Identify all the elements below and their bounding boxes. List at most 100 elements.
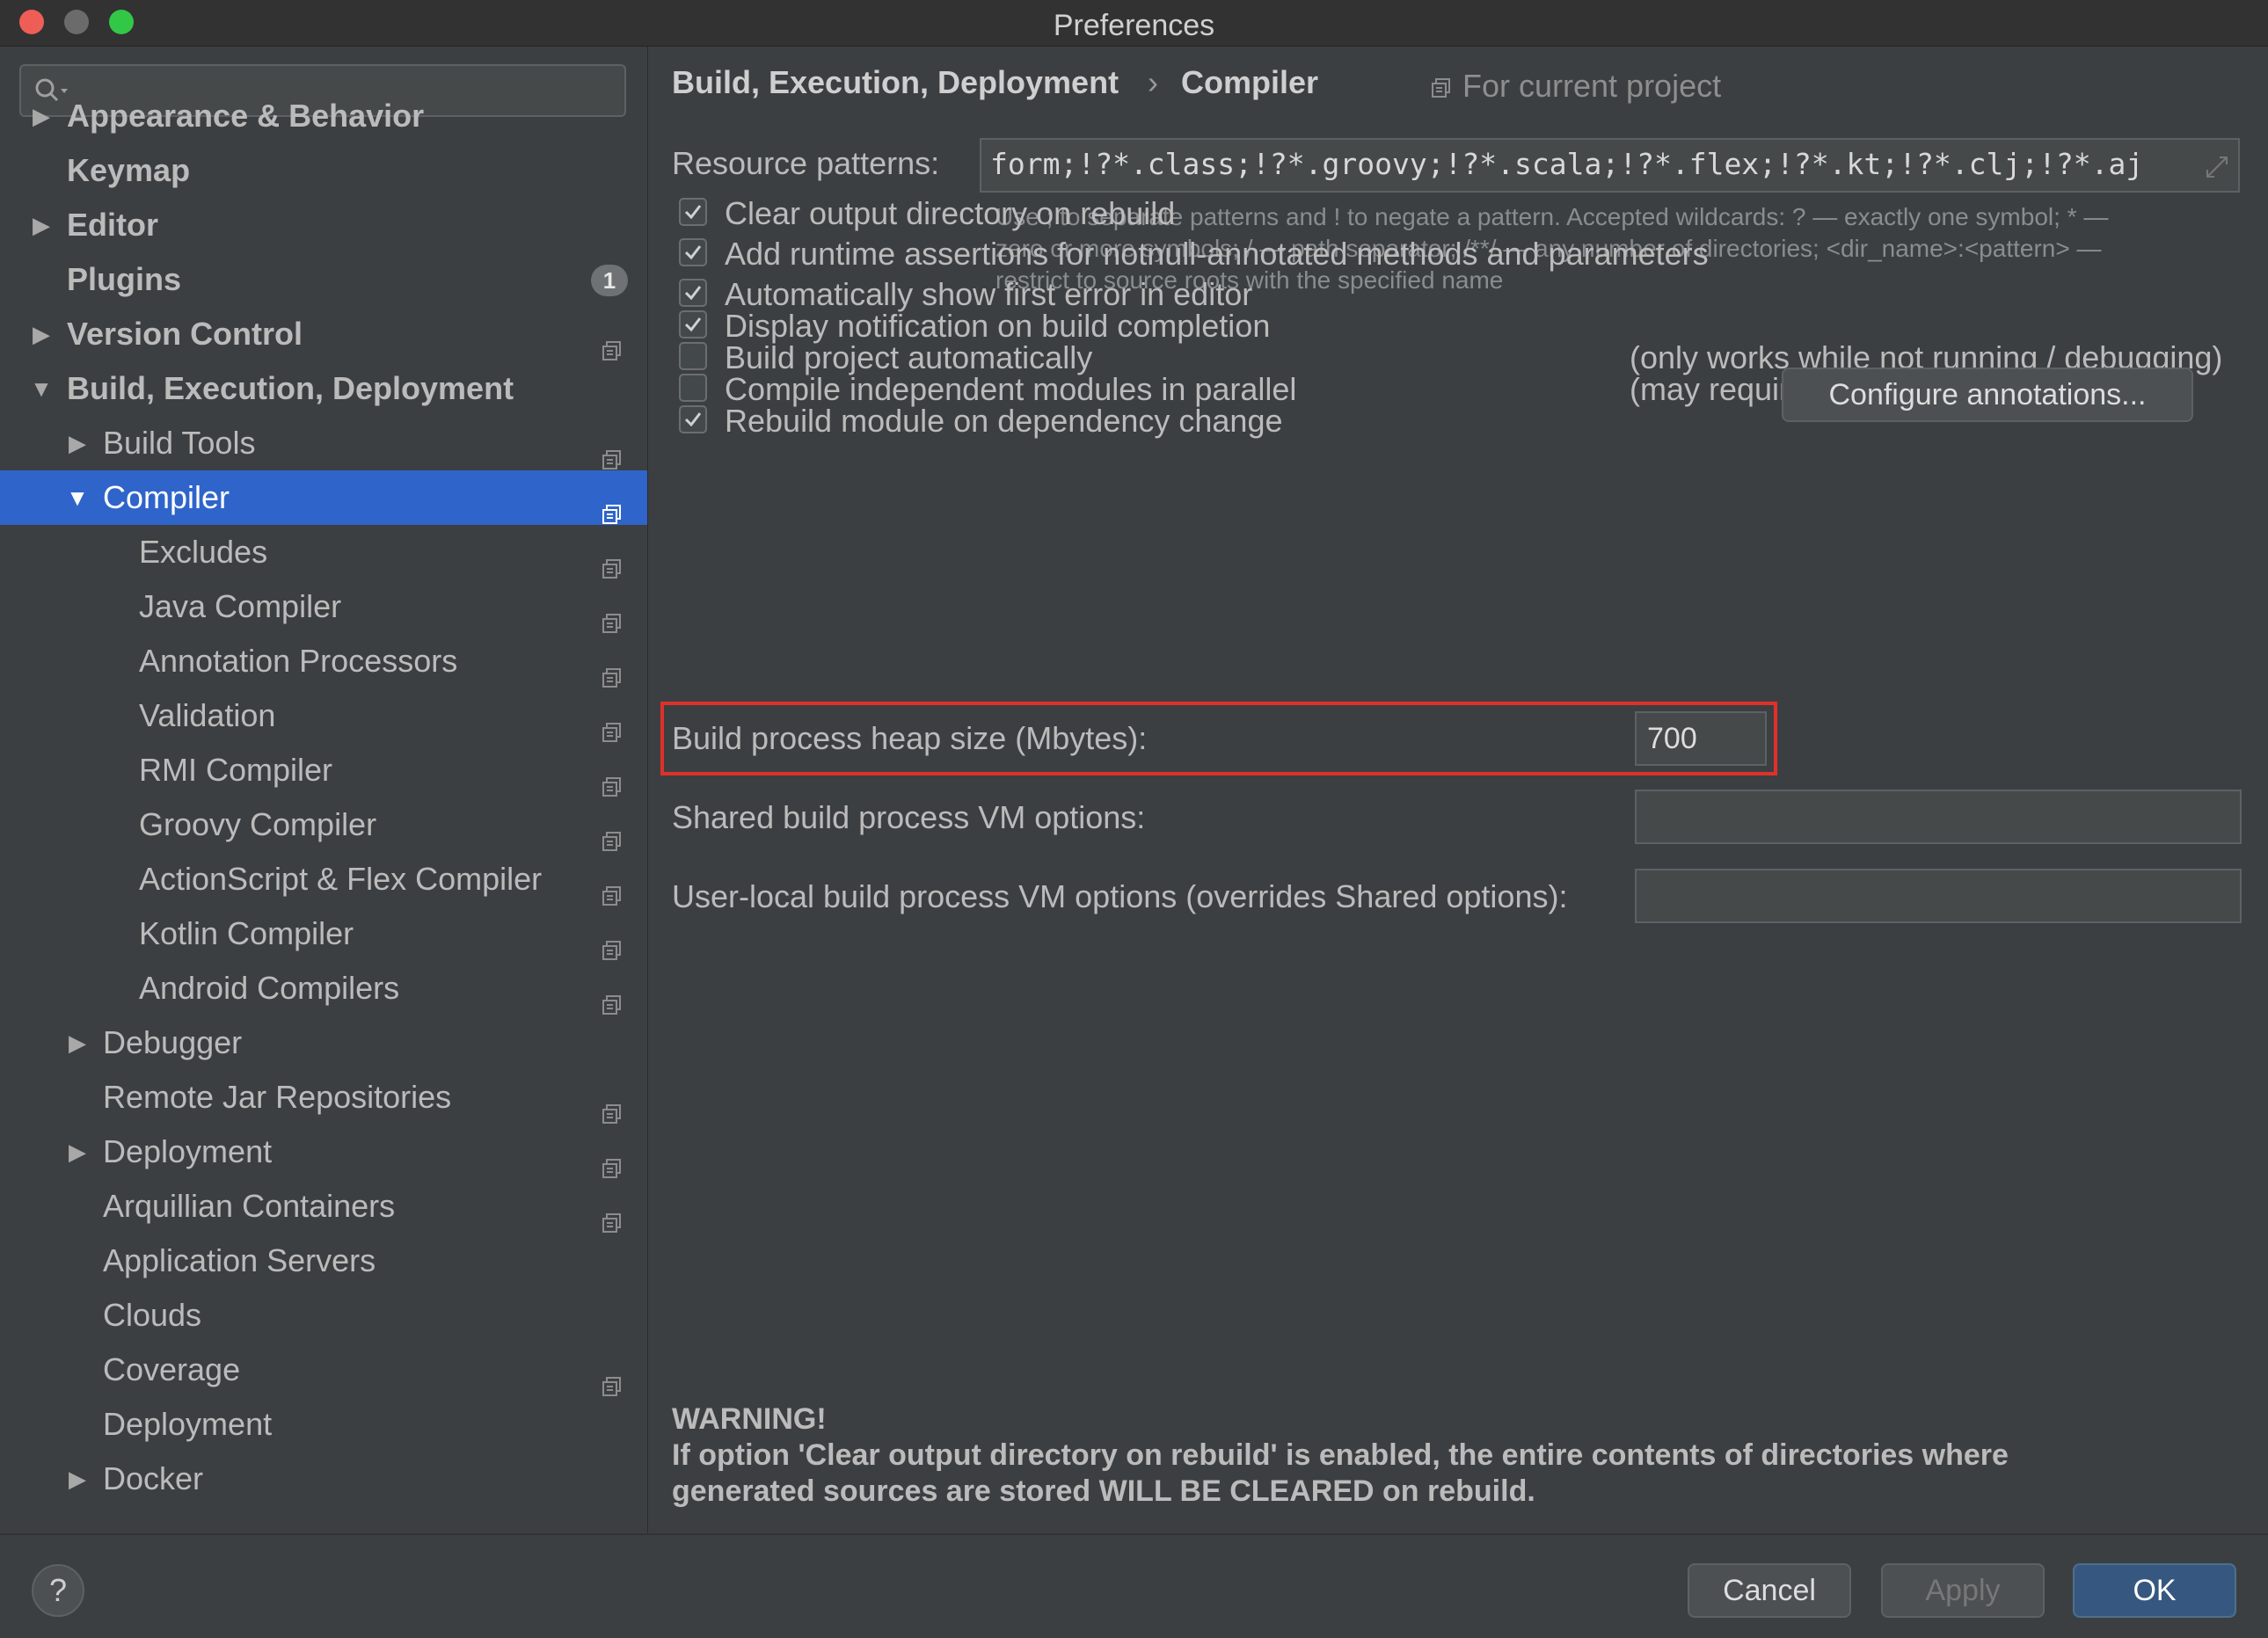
- sidebar-item-label: Annotation Processors: [139, 634, 457, 688]
- ok-button[interactable]: OK: [2073, 1563, 2236, 1618]
- sidebar-item-clouds[interactable]: Clouds: [0, 1288, 647, 1343]
- rebuild-on-dependency-change-label[interactable]: Rebuild module on dependency change: [725, 403, 1282, 440]
- project-scope-icon: [602, 978, 623, 999]
- sidebar-item-android-compilers[interactable]: Android Compilers: [0, 961, 647, 1016]
- scope-label: For current project: [1462, 68, 1721, 105]
- chevron-right-icon[interactable]: ▶: [28, 89, 55, 143]
- add-runtime-assertions-checkbox[interactable]: [679, 238, 707, 266]
- configure-annotations-button[interactable]: Configure annotations...: [1782, 368, 2193, 422]
- chevron-right-icon[interactable]: ▶: [64, 1016, 91, 1070]
- chevron-right-icon[interactable]: ▶: [28, 198, 55, 252]
- help-button[interactable]: ?: [32, 1564, 84, 1617]
- sidebar-item-label: Plugins: [67, 252, 181, 307]
- warning-text-line-2: generated sources are stored WILL BE CLE…: [672, 1474, 1535, 1509]
- sidebar-item-label: Keymap: [67, 143, 190, 198]
- project-scope-icon: [602, 324, 623, 345]
- warning-text-line-1: If option 'Clear output directory on reb…: [672, 1438, 2009, 1473]
- project-scope-icon: [602, 542, 623, 563]
- build-project-automatically-checkbox[interactable]: [679, 342, 707, 370]
- project-scope-icon: [1431, 77, 1452, 98]
- sidebar-item-label: Version Control: [67, 307, 303, 361]
- sidebar-item-deployment-2[interactable]: Deployment: [0, 1397, 647, 1452]
- sidebar-item-remote-jar-repositories[interactable]: Remote Jar Repositories: [0, 1070, 647, 1125]
- heap-size-value: 700: [1647, 722, 1697, 756]
- shared-vm-options-input[interactable]: [1635, 790, 2242, 844]
- sidebar-item-docker[interactable]: ▶Docker: [0, 1452, 647, 1506]
- sidebar-item-annotation-processors[interactable]: Annotation Processors: [0, 634, 647, 688]
- chevron-right-icon[interactable]: ▶: [64, 1452, 91, 1506]
- project-scope-icon: [602, 923, 623, 944]
- window-title: Preferences: [0, 9, 2268, 43]
- sidebar-item-coverage[interactable]: Coverage: [0, 1343, 647, 1397]
- sidebar-item-label: Excludes: [139, 525, 267, 579]
- sidebar-item-deployment[interactable]: ▶Deployment: [0, 1125, 647, 1179]
- expand-icon[interactable]: [2202, 152, 2232, 182]
- sidebar-item-keymap[interactable]: Keymap: [0, 143, 647, 198]
- sidebar-item-actionscript-flex-compiler[interactable]: ActionScript & Flex Compiler: [0, 852, 647, 906]
- sidebar-item-label: RMI Compiler: [139, 743, 332, 797]
- sidebar-item-application-servers[interactable]: Application Servers: [0, 1234, 647, 1288]
- sidebar-item-label: Validation: [139, 688, 275, 743]
- dialog-footer: ? Cancel Apply OK: [0, 1533, 2268, 1638]
- sidebar-item-label: Application Servers: [103, 1234, 376, 1288]
- sidebar-item-label: Java Compiler: [139, 579, 341, 634]
- project-scope-icon: [602, 487, 623, 508]
- sidebar-item-version-control[interactable]: ▶Version Control: [0, 307, 647, 361]
- sidebar-item-build-tools[interactable]: ▶Build Tools: [0, 416, 647, 470]
- sidebar-item-label: Build, Execution, Deployment: [67, 361, 514, 416]
- sidebar-item-kotlin-compiler[interactable]: Kotlin Compiler: [0, 906, 647, 961]
- sidebar-item-compiler[interactable]: ▼Compiler: [0, 470, 647, 525]
- clear-output-directory-label[interactable]: Clear output directory on rebuild: [725, 195, 1175, 232]
- cancel-button[interactable]: Cancel: [1688, 1563, 1851, 1618]
- notify-build-completion-checkbox[interactable]: [679, 310, 707, 339]
- chevron-right-icon[interactable]: ▶: [64, 1125, 91, 1179]
- warning-title: WARNING!: [672, 1402, 827, 1437]
- apply-button[interactable]: Apply: [1881, 1563, 2045, 1618]
- sidebar-item-debugger[interactable]: ▶Debugger: [0, 1016, 647, 1070]
- project-scope-icon: [602, 433, 623, 454]
- sidebar-item-label: Debugger: [103, 1016, 242, 1070]
- chevron-down-icon[interactable]: ▼: [64, 470, 91, 525]
- rebuild-on-dependency-change-checkbox[interactable]: [679, 405, 707, 433]
- sidebar-item-label: Build Tools: [103, 416, 255, 470]
- sidebar-item-label: Arquillian Containers: [103, 1179, 395, 1234]
- resource-patterns-input[interactable]: form;!?*.class;!?*.groovy;!?*.scala;!?*.…: [980, 138, 2240, 193]
- chevron-right-icon[interactable]: ▶: [64, 416, 91, 470]
- sidebar-item-build-execution-deployment[interactable]: ▼Build, Execution, Deployment: [0, 361, 647, 416]
- project-scope-icon: [602, 1141, 623, 1162]
- project-scope-icon: [602, 651, 623, 672]
- add-runtime-assertions-label[interactable]: Add runtime assertions for notnull-annot…: [725, 236, 1709, 273]
- sidebar-item-label: Groovy Compiler: [139, 797, 376, 852]
- page-title: Compiler: [1181, 64, 1318, 101]
- chevron-down-icon[interactable]: ▼: [28, 361, 55, 416]
- shared-vm-options-label: Shared build process VM options:: [672, 799, 1145, 836]
- sidebar-item-appearance-behavior[interactable]: ▶Appearance & Behavior: [0, 89, 647, 143]
- compile-modules-parallel-checkbox[interactable]: [679, 374, 707, 402]
- sidebar-item-java-compiler[interactable]: Java Compiler: [0, 579, 647, 634]
- heap-size-input[interactable]: 700: [1635, 711, 1767, 766]
- sidebar-item-editor[interactable]: ▶Editor: [0, 198, 647, 252]
- sidebar-item-label: ActionScript & Flex Compiler: [139, 852, 542, 906]
- sidebar-item-validation[interactable]: Validation: [0, 688, 647, 743]
- project-scope-icon: [602, 1087, 623, 1108]
- sidebar-item-excludes[interactable]: Excludes: [0, 525, 647, 579]
- clear-output-directory-checkbox[interactable]: [679, 198, 707, 226]
- sidebar-item-label: Android Compilers: [139, 961, 399, 1016]
- user-local-vm-options-input[interactable]: [1635, 869, 2242, 923]
- project-scope-icon: [602, 1196, 623, 1217]
- sidebar-item-plugins[interactable]: Plugins1: [0, 252, 647, 307]
- sidebar-item-label: Compiler: [103, 470, 230, 525]
- sidebar-item-label: Clouds: [103, 1288, 201, 1343]
- project-scope-icon: [602, 869, 623, 890]
- sidebar-item-label: Deployment: [103, 1125, 272, 1179]
- breadcrumb-parent[interactable]: Build, Execution, Deployment: [672, 64, 1119, 101]
- chevron-right-icon[interactable]: ▶: [28, 307, 55, 361]
- sidebar-item-label: Remote Jar Repositories: [103, 1070, 451, 1125]
- sidebar-item-groovy-compiler[interactable]: Groovy Compiler: [0, 797, 647, 852]
- project-scope-icon: [602, 814, 623, 835]
- sidebar-item-arquillian-containers[interactable]: Arquillian Containers: [0, 1179, 647, 1234]
- show-first-error-checkbox[interactable]: [679, 279, 707, 307]
- sidebar-item-label: Editor: [67, 198, 158, 252]
- sidebar-item-rmi-compiler[interactable]: RMI Compiler: [0, 743, 647, 797]
- project-scope-icon: [602, 705, 623, 726]
